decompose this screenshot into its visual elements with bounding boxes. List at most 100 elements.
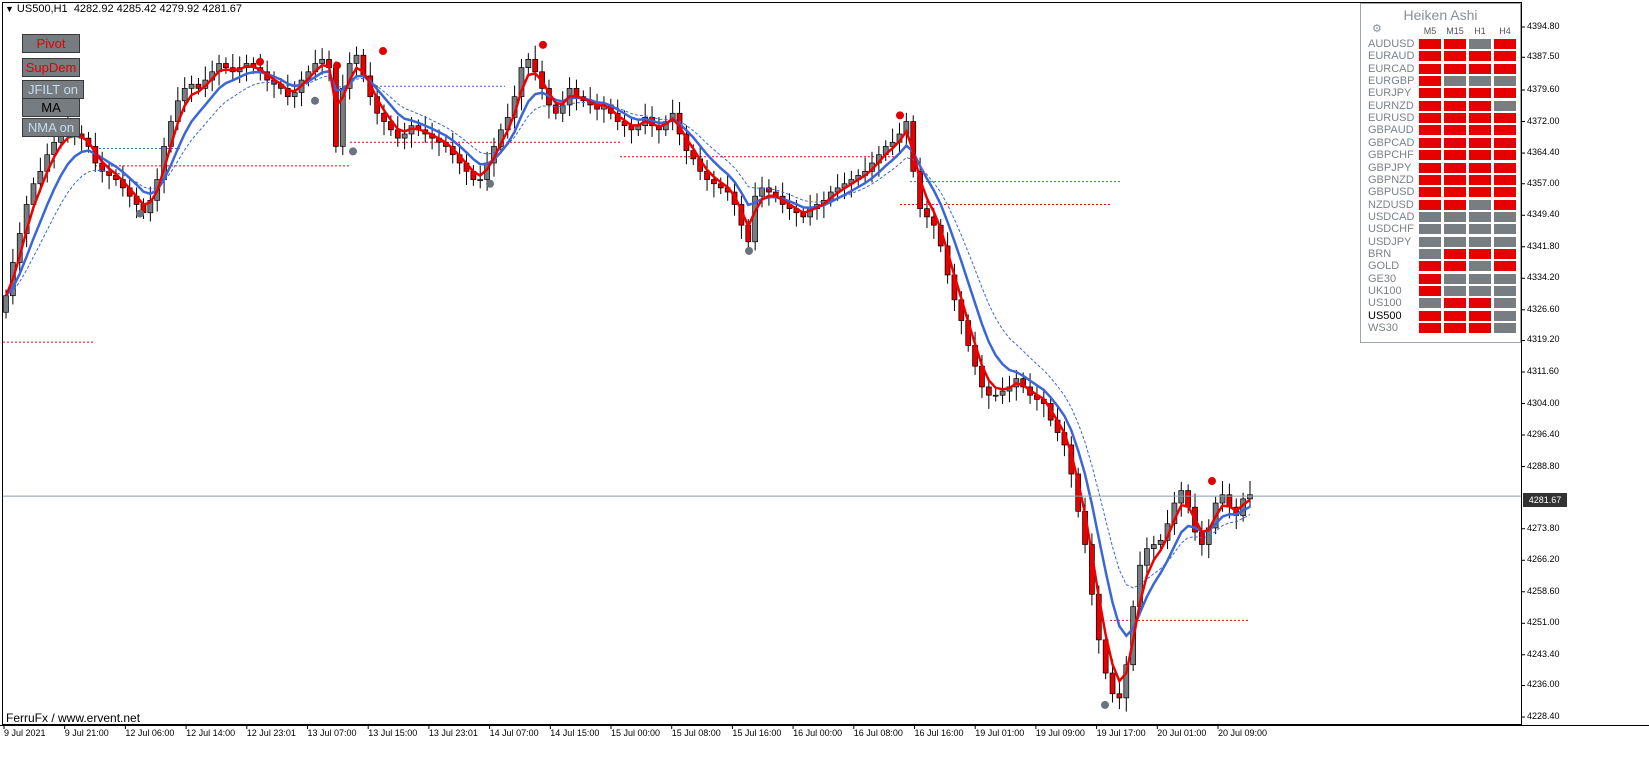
pivot-low-marker — [349, 147, 357, 156]
symbol-label[interactable]: GBPNZD — [1368, 174, 1414, 186]
pivot-low-marker — [311, 96, 319, 105]
ha-status-cell — [1469, 224, 1491, 235]
ha-status-cell — [1469, 199, 1491, 210]
ha-status-cell — [1444, 323, 1466, 334]
price-tick-label: 4319.20 — [1527, 334, 1560, 345]
pivot-low-marker — [486, 179, 494, 188]
candle-body — [1144, 548, 1150, 566]
ha-status-cell — [1419, 273, 1441, 284]
symbol-label[interactable]: BRN — [1368, 248, 1391, 260]
ha-status-cell — [1444, 273, 1466, 284]
symbol-label[interactable]: WS30 — [1368, 322, 1398, 334]
symbol-label[interactable]: USDCHF — [1368, 223, 1414, 235]
nma-button[interactable]: NMA on — [22, 118, 80, 137]
symbol-label[interactable]: EURUSD — [1368, 112, 1414, 124]
moving-averages — [4, 63, 1251, 684]
time-tick-label: 16 Jul 00:00 — [793, 728, 843, 738]
candle-body — [1116, 693, 1123, 699]
ha-status-cell — [1494, 323, 1516, 334]
symbol-label[interactable]: GBPUSD — [1368, 186, 1414, 198]
candle-body — [1157, 540, 1164, 545]
price-tick-label: 4296.40 — [1527, 429, 1560, 440]
symbol-label[interactable]: US500 — [1368, 310, 1402, 322]
ha-status-cell — [1419, 137, 1441, 148]
candle-body — [999, 390, 1006, 396]
symbol-label[interactable]: GBPCAD — [1368, 137, 1414, 149]
ha-status-cell — [1419, 261, 1441, 272]
ha-status-cell — [1419, 187, 1441, 198]
time-tick-label: 16 Jul 08:00 — [853, 728, 903, 738]
menu-triangle-icon[interactable]: ▼ — [5, 4, 14, 14]
time-tick-label: 12 Jul 23:01 — [246, 728, 296, 738]
symbol-label[interactable]: GOLD — [1368, 260, 1399, 272]
ha-status-cell — [1444, 63, 1466, 74]
symbol-label[interactable]: EURNZD — [1368, 100, 1414, 112]
symbol-label[interactable]: GE30 — [1368, 273, 1396, 285]
ha-status-cell — [1419, 199, 1441, 210]
symbol-label[interactable]: AUDUSD — [1368, 38, 1414, 50]
symbol-label[interactable]: US100 — [1368, 297, 1402, 309]
ha-status-cell — [1469, 162, 1491, 173]
time-tick-label: 12 Jul 14:00 — [186, 728, 236, 738]
ha-status-cell — [1469, 261, 1491, 272]
ha-status-cell — [1419, 88, 1441, 99]
symbol-label[interactable]: UK100 — [1368, 285, 1402, 297]
ha-status-cell — [1494, 88, 1516, 99]
ha-status-cell — [1419, 248, 1441, 259]
candle-body — [291, 92, 298, 98]
timeframe-header: M15 — [1446, 26, 1464, 36]
ma-blue-line — [5, 69, 1251, 638]
price-tick-label: 4326.60 — [1527, 303, 1560, 314]
candle-body — [1109, 672, 1116, 695]
gear-icon[interactable]: ⚙ — [1372, 22, 1382, 35]
time-tick-label: 14 Jul 15:00 — [550, 728, 600, 738]
pivot-button[interactable]: Pivot — [22, 34, 80, 53]
candle-body — [195, 83, 202, 89]
pivot-low-marker — [745, 246, 753, 255]
supdem-button[interactable]: SupDem — [22, 58, 80, 77]
ha-status-cell — [1444, 174, 1466, 185]
panel-title: Heiken Ashi — [1403, 7, 1478, 23]
ha-status-cell — [1444, 248, 1466, 259]
symbol-label[interactable]: USDJPY — [1368, 236, 1411, 248]
pivot-markers — [136, 40, 1216, 709]
symbol-label[interactable]: EURAUD — [1368, 50, 1414, 62]
ha-status-cell — [1469, 137, 1491, 148]
candle-body — [181, 88, 188, 102]
ha-status-cell — [1494, 298, 1516, 309]
ha-status-cell — [1444, 76, 1466, 87]
ha-status-cell — [1494, 51, 1516, 62]
ha-status-cell — [1494, 39, 1516, 49]
ha-status-cell — [1419, 39, 1441, 49]
price-tick-label: 4228.40 — [1527, 711, 1560, 721]
time-tick-label: 19 Jul 01:00 — [975, 728, 1025, 738]
symbol-label[interactable]: NZDUSD — [1368, 199, 1414, 211]
candle-body — [353, 54, 360, 64]
candle-body — [1150, 544, 1157, 549]
ha-status-cell — [1419, 224, 1441, 235]
symbol-label[interactable]: USDCAD — [1368, 211, 1414, 223]
candle-body — [985, 386, 992, 396]
symbol-label[interactable]: EURJPY — [1368, 87, 1411, 99]
ha-status-cell — [1419, 125, 1441, 136]
ha-status-cell — [1494, 113, 1516, 124]
ha-status-cell — [1494, 174, 1516, 185]
symbol-label[interactable]: GBPCHF — [1368, 149, 1414, 161]
ha-status-cell — [1469, 286, 1491, 296]
ha-status-cell — [1419, 162, 1441, 173]
jfilt-button[interactable]: JFILT on — [22, 80, 84, 99]
supdem-label: SupDem — [25, 60, 77, 75]
symbol-label[interactable]: EURGBP — [1368, 75, 1414, 87]
candle-body — [106, 170, 112, 176]
time-tick-label: 19 Jul 09:00 — [1035, 728, 1085, 738]
ha-status-cell — [1469, 236, 1491, 247]
ma-button[interactable]: MA — [22, 98, 80, 117]
ha-status-cell — [1444, 51, 1466, 62]
ha-status-cell — [1419, 150, 1441, 161]
symbol-label[interactable]: GBPAUD — [1368, 124, 1414, 136]
symbol-label[interactable]: GBPJPY — [1368, 162, 1411, 174]
ha-status-cell — [1469, 310, 1491, 321]
ha-status-cell — [1469, 63, 1491, 74]
price-tick-label: 4243.40 — [1527, 648, 1560, 659]
symbol-label[interactable]: EURCAD — [1368, 63, 1414, 75]
